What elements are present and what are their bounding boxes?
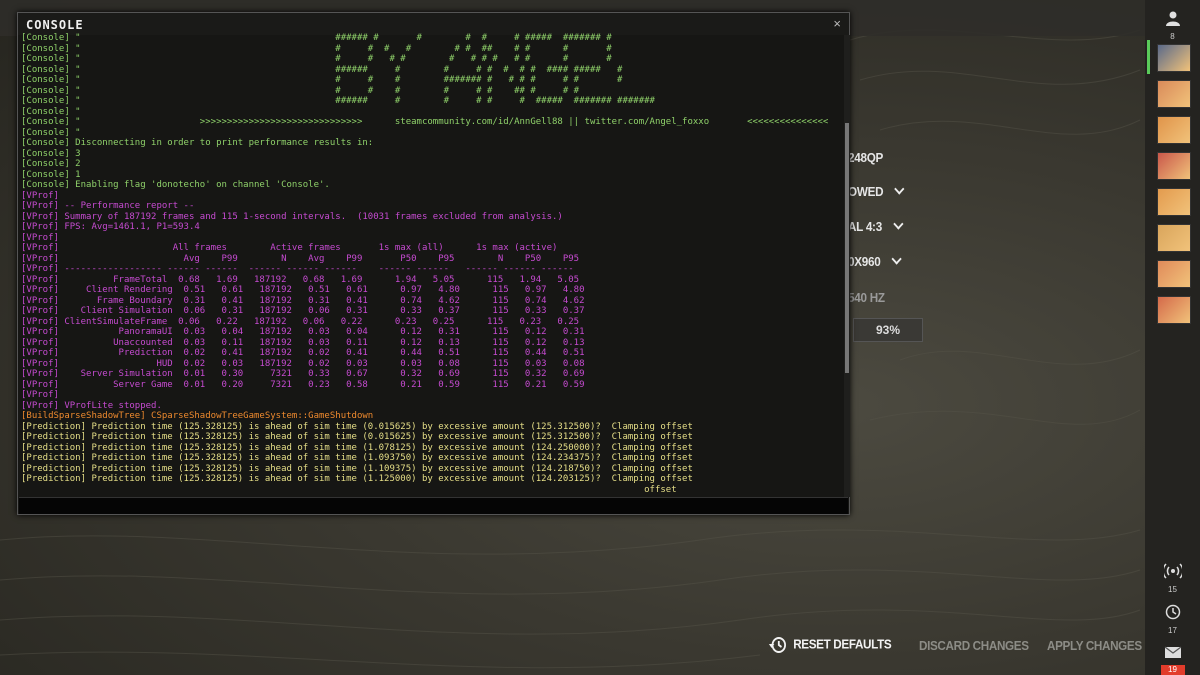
console-line: [Console] Disconnecting in order to prin… (21, 138, 374, 148)
console-line: [Prediction] Prediction time (125.328125… (21, 463, 693, 474)
console-line: [Console] " # # # # # # ## # # # (21, 85, 580, 96)
active-indicator (1147, 40, 1150, 74)
setting-dropdown-2[interactable]: OWED (848, 183, 905, 199)
console-line: [BuildSparseShadowTree] CSparseShadowTre… (21, 411, 374, 421)
console-line: [VProf] (21, 390, 59, 400)
signal-count: 15 (1168, 585, 1177, 594)
setting-label: 248QP (848, 150, 884, 165)
console-line: [VProf] (21, 232, 59, 243)
mail-icon (1164, 646, 1181, 658)
scrollbar-thumb[interactable] (845, 123, 849, 373)
console-line: [Console] " ###### # # # # # ##### #####… (21, 96, 655, 106)
discard-changes-button[interactable]: DISCARD CHANGES (919, 638, 1029, 653)
history-count: 17 (1168, 626, 1177, 635)
person-icon (1165, 11, 1180, 26)
setting-label: AL 4:3 (848, 219, 882, 234)
friends-button[interactable]: 8 (1145, 10, 1200, 41)
console-line: [Prediction] Prediction time (125.328125… (21, 432, 693, 442)
setting-dropdown-3[interactable]: AL 4:3 (848, 218, 904, 234)
setting-label: 540 HZ (848, 290, 885, 305)
console-line: [Console] " ###### # # # # # # # #### ##… (21, 64, 623, 75)
mail-button[interactable]: 19 (1145, 646, 1200, 675)
chevron-down-icon (891, 253, 902, 265)
console-line: [VProf] All frames Active frames 1s max … (21, 243, 558, 253)
friends-count: 8 (1170, 32, 1175, 41)
console-line: [Console] Enabling flag 'donotecho' on c… (21, 180, 330, 190)
party-avatar[interactable] (1157, 224, 1191, 252)
console-line: [VProf] Server Simulation 0.01 0.30 7321… (21, 369, 585, 379)
console-line: [VProf] Avg P99 N Avg P99 P50 P95 N P50 … (21, 253, 580, 264)
reset-defaults-button[interactable]: RESET DEFAULTS (768, 636, 892, 654)
console-line: [VProf] Frame Boundary 0.31 0.41 187192 … (21, 295, 585, 306)
setting-value-5: 540 HZ (848, 290, 885, 305)
console-line: [VProf] Unaccounted 0.03 0.11 187192 0.0… (21, 337, 585, 348)
party-avatar[interactable] (1157, 296, 1191, 324)
mail-badge: 19 (1160, 665, 1185, 675)
party-avatar[interactable] (1157, 44, 1191, 72)
reset-icon (768, 637, 786, 653)
console-line: [Console] " # # # ####### # # # # # # # (21, 75, 623, 85)
setting-label: 0X960 (848, 254, 881, 269)
console-line: [Console] 1 (21, 169, 81, 180)
console-line: [VProf] HUD 0.02 0.03 187192 0.02 0.03 0… (21, 358, 585, 369)
console-title: CONSOLE (26, 18, 84, 32)
console-line: [Console] " >>>>>>>>>>>>>>>>>>>>>>>>>>>>… (21, 117, 829, 127)
party-avatar[interactable] (1157, 152, 1191, 180)
reset-label: RESET DEFAULTS (793, 636, 892, 652)
close-icon[interactable]: × (833, 16, 841, 31)
right-sidebar: 8 15 17 19 (1145, 0, 1200, 675)
console-line: [VProf] Prediction 0.02 0.41 187192 0.02… (21, 348, 585, 358)
console-line: [Prediction] Prediction time (125.328125… (21, 453, 693, 463)
console-line: [VProf] Summary of 187192 frames and 115… (21, 211, 563, 222)
signal-button[interactable]: 15 (1145, 563, 1200, 594)
history-button[interactable]: 17 (1145, 604, 1200, 635)
console-line: [VProf] -- Performance report -- (21, 201, 195, 211)
console-output: [Console] " ###### # # # # # ##### #####… (21, 33, 843, 503)
party-avatar[interactable] (1157, 188, 1191, 216)
console-line: [Console] 2 (21, 159, 81, 169)
console-window: CONSOLE × [Console] " ###### # # # # # #… (17, 12, 850, 515)
console-line: [VProf] FrameTotal 0.68 1.69 187192 0.68… (21, 274, 580, 285)
party-avatar[interactable] (1157, 260, 1191, 288)
apply-changes-button[interactable]: APPLY CHANGES (1047, 638, 1142, 653)
console-line: [VProf] ClientSimulateFrame 0.06 0.22 18… (21, 316, 580, 327)
broadcast-icon (1161, 563, 1184, 579)
console-line: [Prediction] Prediction time (125.328125… (21, 421, 693, 432)
party-avatar[interactable] (1157, 80, 1191, 108)
console-command-input[interactable] (19, 497, 848, 514)
chevron-down-icon (893, 218, 904, 230)
console-line: [Prediction] Prediction time (125.328125… (21, 442, 693, 453)
console-line: [Console] 3 (21, 148, 81, 159)
console-line: [Console] " # # # # # # ## # # # # (21, 43, 612, 54)
chevron-down-icon (894, 183, 905, 195)
party-avatar[interactable] (1157, 116, 1191, 144)
console-line: [VProf] ------------------ ------ ------… (21, 264, 574, 274)
console-line: [VProf] VProfLite stopped. (21, 400, 162, 411)
console-line: [Console] " (21, 127, 81, 138)
console-line: [Console] " ###### # # # # # ##### #####… (21, 33, 612, 43)
console-line: [VProf] (21, 190, 59, 201)
percent-input[interactable]: 93% (853, 318, 923, 342)
console-line: [VProf] FPS: Avg=1461.1, P1=593.4 (21, 222, 200, 232)
setting-value-1[interactable]: 248QP (848, 150, 883, 165)
setting-dropdown-4[interactable]: 0X960 (848, 253, 902, 269)
console-line: [Prediction] Prediction time (125.328125… (21, 474, 693, 484)
console-line: [VProf] Client Rendering 0.51 0.61 18719… (21, 285, 585, 295)
console-line: [VProf] PanoramaUI 0.03 0.04 187192 0.03… (21, 327, 585, 337)
console-line: [Console] " (21, 106, 81, 117)
console-line: [VProf] Client Simulation 0.06 0.31 1871… (21, 306, 585, 316)
setting-label: OWED (848, 184, 884, 199)
console-line: offset (21, 484, 677, 495)
console-line: [VProf] Server Game 0.01 0.20 7321 0.23 … (21, 379, 585, 390)
history-icon (1165, 604, 1180, 620)
console-header[interactable]: CONSOLE × (18, 13, 849, 35)
console-line: [Console] " # # # # # # # # # # # # (21, 54, 612, 64)
